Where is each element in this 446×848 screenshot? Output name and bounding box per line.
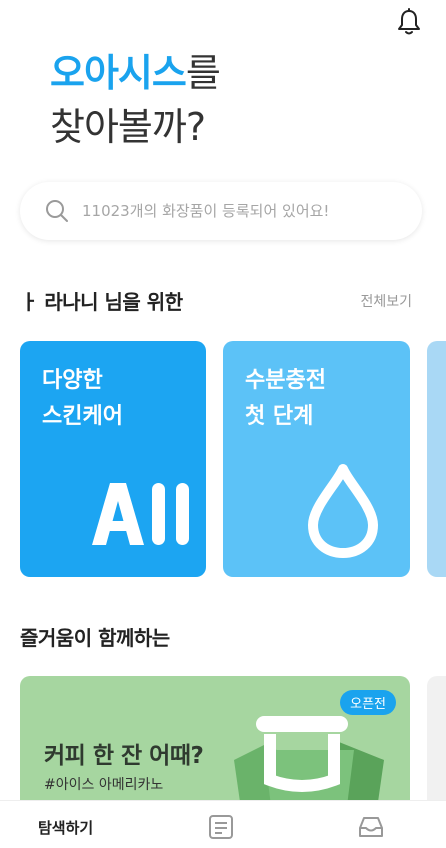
inbox-icon[interactable]: [358, 815, 384, 839]
hydration-card[interactable]: 수분충전 첫 단계: [223, 341, 410, 577]
search-input[interactable]: [82, 202, 402, 220]
see-all-link[interactable]: 전체보기: [360, 291, 412, 311]
promo-title: 커피 한 잔 어때?: [44, 743, 204, 769]
section-title: 즐거움이 함께하는: [20, 626, 170, 650]
promo-hashtag: #아이스 아메리카노: [44, 777, 164, 793]
bell-icon[interactable]: [396, 8, 422, 36]
hero-suffix: 를: [185, 51, 221, 95]
card-title-line1: 다양한: [42, 368, 103, 393]
feed-icon[interactable]: [208, 815, 234, 839]
card-title-line1: 수분충전: [245, 368, 326, 393]
water-drop-icon: [308, 464, 378, 558]
search-icon: [46, 200, 68, 222]
card-title-line2: 스킨케어: [42, 404, 123, 429]
section-fun-header: 즐거움이 함께하는: [20, 622, 412, 651]
skincare-card[interactable]: 다양한 스킨케어: [20, 341, 206, 577]
hero-question: 찾아볼까?: [50, 105, 206, 149]
tab-explore[interactable]: 탐색하기: [38, 817, 93, 838]
card-title: 다양한 스킨케어: [42, 363, 123, 435]
brand-name: 오아시스: [50, 51, 187, 95]
card-title: 수분충전 첫 단계: [245, 363, 326, 435]
all-graphic: [92, 483, 189, 545]
bottom-tab-bar: 탐색하기: [0, 800, 446, 848]
section-recommend-header: ㅏ 라나니 님을 위한 전체보기: [20, 286, 412, 315]
card-title-line2: 첫 단계: [245, 404, 314, 429]
hero-heading: 오아시스를 찾아볼까?: [50, 46, 221, 154]
next-card-peek[interactable]: [427, 341, 446, 577]
section-title: ㅏ 라나니 님을 위한: [20, 290, 183, 314]
search-bar[interactable]: [20, 182, 422, 240]
